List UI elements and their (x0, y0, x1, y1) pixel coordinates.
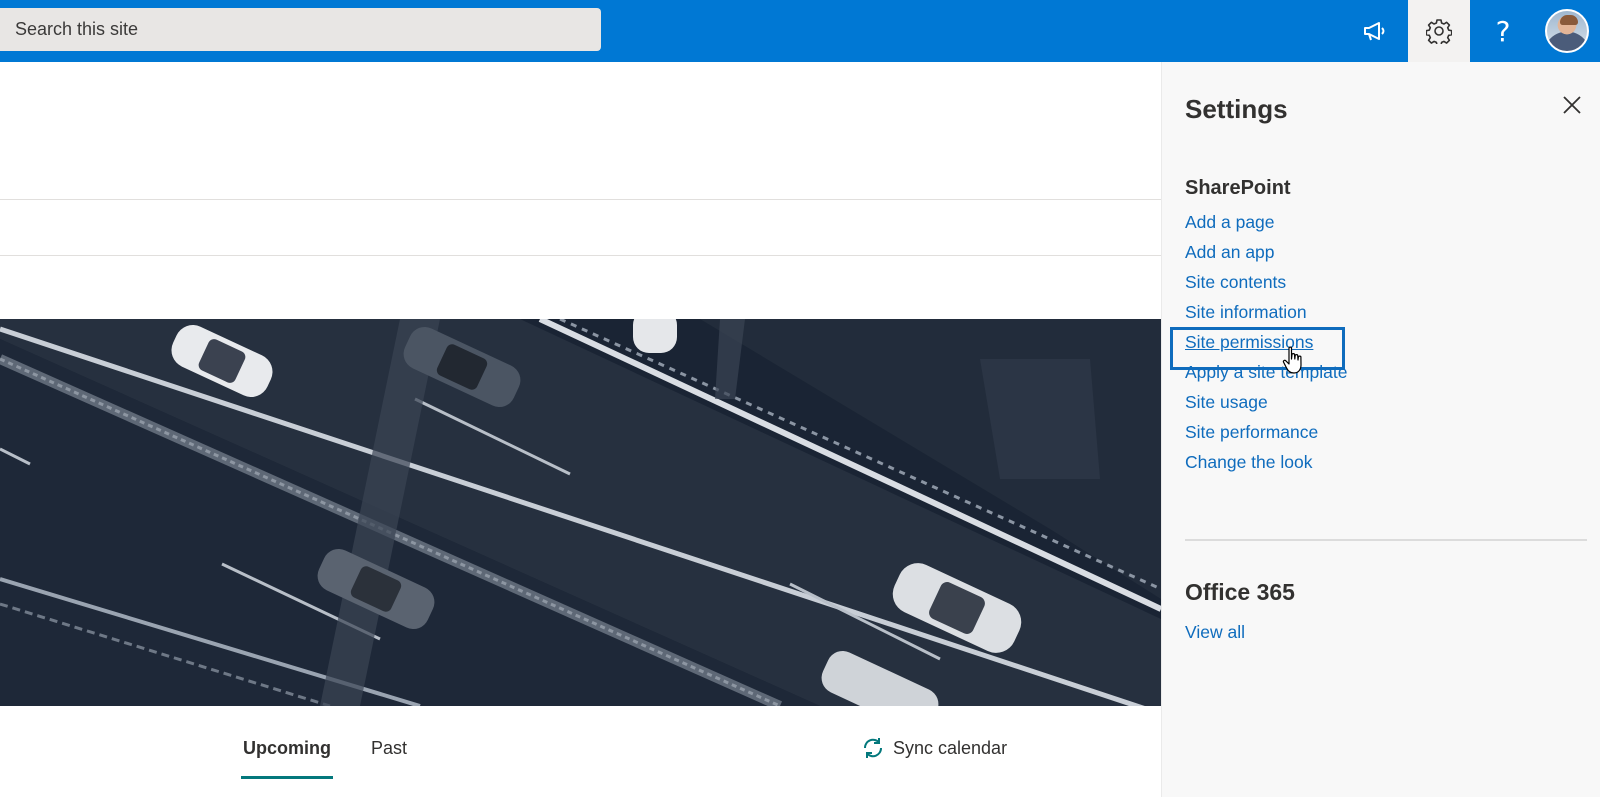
gear-icon (1426, 19, 1452, 44)
site-contents-link[interactable]: Site contents (1185, 272, 1286, 293)
change-look-link[interactable]: Change the look (1185, 452, 1312, 473)
highway-photo (0, 319, 1161, 706)
close-icon (1563, 96, 1581, 114)
events-tabs: Upcoming Past Sync calendar (0, 726, 1161, 797)
tab-past[interactable]: Past (371, 738, 407, 759)
tab-upcoming[interactable]: Upcoming (241, 738, 333, 779)
help-button[interactable]: ? (1472, 0, 1534, 62)
account-button[interactable] (1536, 0, 1598, 62)
site-information-link[interactable]: Site information (1185, 302, 1307, 323)
settings-panel: Settings SharePoint Add a page Add an ap… (1161, 62, 1600, 797)
office365-heading: Office 365 (1185, 579, 1295, 605)
whats-new-button[interactable] (1344, 0, 1406, 62)
sync-icon (863, 738, 883, 758)
site-performance-link[interactable]: Site performance (1185, 422, 1318, 443)
add-page-link[interactable]: Add a page (1185, 212, 1275, 233)
suite-header: ? (0, 0, 1600, 62)
site-permissions-link[interactable]: Site permissions (1185, 332, 1313, 353)
site-usage-link[interactable]: Site usage (1185, 392, 1268, 413)
apply-site-template-link[interactable]: Apply a site template (1185, 362, 1347, 383)
megaphone-icon (1364, 22, 1385, 41)
user-avatar (1545, 9, 1589, 53)
section-divider (0, 255, 1161, 256)
close-panel-button[interactable] (1558, 91, 1586, 119)
settings-button[interactable] (1408, 0, 1470, 62)
section-divider (0, 199, 1161, 200)
search-input[interactable] (0, 8, 601, 51)
add-app-link[interactable]: Add an app (1185, 242, 1275, 263)
panel-divider (1185, 539, 1587, 541)
question-icon: ? (1495, 14, 1511, 48)
view-all-link[interactable]: View all (1185, 622, 1245, 643)
panel-title: Settings (1185, 94, 1288, 124)
sharepoint-heading: SharePoint (1185, 177, 1291, 199)
hero-image (0, 319, 1161, 706)
sync-calendar-label: Sync calendar (893, 737, 1008, 758)
sync-calendar-button[interactable]: Sync calendar (861, 736, 1007, 760)
page-content: Upcoming Past Sync calendar (0, 62, 1161, 797)
